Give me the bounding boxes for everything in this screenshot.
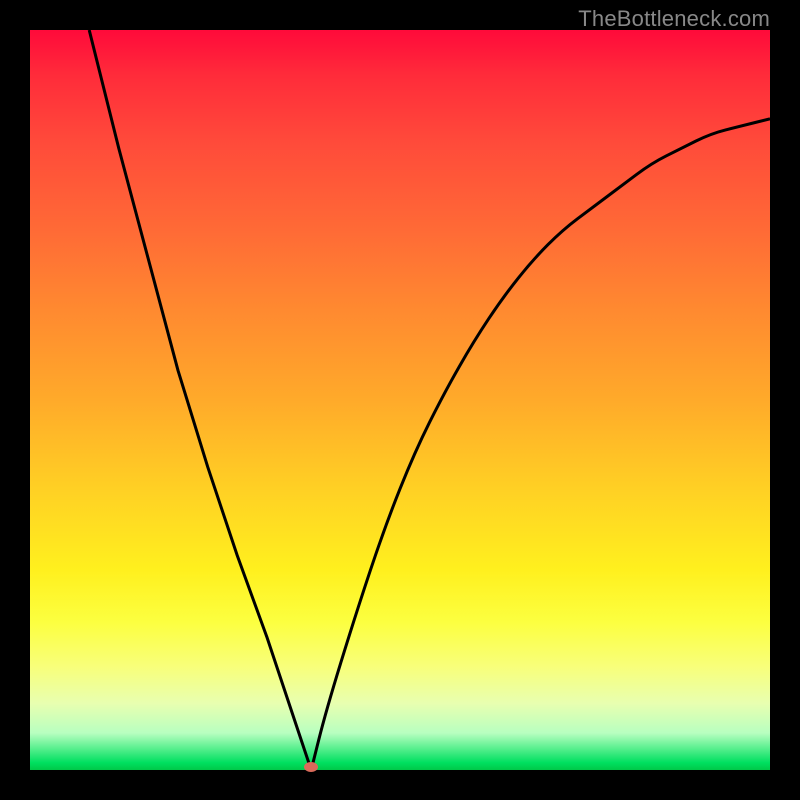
minimum-marker	[304, 762, 318, 772]
bottleneck-curve-right	[311, 119, 770, 770]
curve-layer	[30, 30, 770, 770]
plot-area	[30, 30, 770, 770]
watermark-text: TheBottleneck.com	[578, 6, 770, 32]
chart-frame: TheBottleneck.com	[0, 0, 800, 800]
bottleneck-curve-left	[89, 30, 311, 770]
